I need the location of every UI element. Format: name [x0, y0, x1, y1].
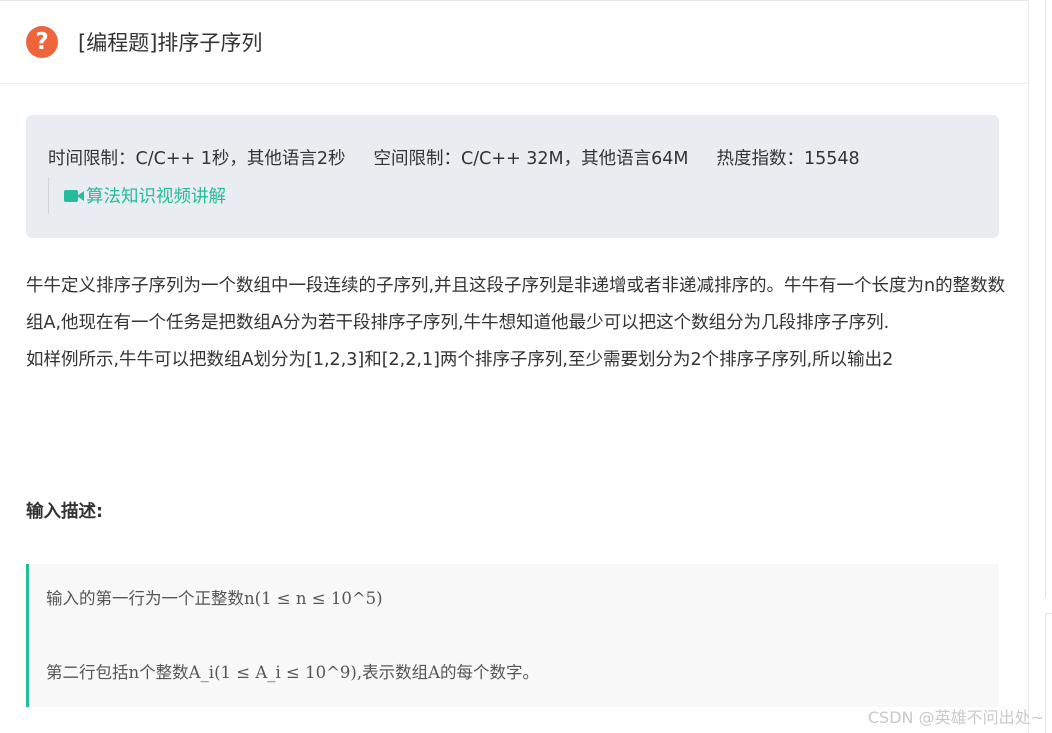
- csdn-watermark: CSDN @英雄不问出处~: [867, 708, 1044, 727]
- input-description-block: 输入的第一行为一个正整数n(1 ≤ n ≤ 10^5) 第二行包括n个整数A_i…: [26, 564, 999, 707]
- input-line: 第二行包括n个整数A_i(1 ≤ A_i ≤ 10^9),表示数组A的每个数字。: [46, 663, 539, 682]
- problem-header: ? [编程题]排序子序列: [0, 1, 1028, 84]
- time-limit: 时间限制：C/C++ 1秒，其他语言2秒: [48, 149, 346, 169]
- side-panel-segment: [1045, 0, 1052, 598]
- side-panel-edge: [1045, 0, 1052, 733]
- question-circle-icon: ?: [26, 26, 58, 58]
- space-limit: 空间限制：C/C++ 32M，其他语言64M: [373, 149, 689, 169]
- side-panel-segment: [1045, 613, 1052, 733]
- problem-title: [编程题]排序子序列: [78, 31, 263, 55]
- description-paragraph: 牛牛定义排序子序列为一个数组中一段连续的子序列,并且这段子序列是非递增或者非递减…: [26, 276, 1006, 333]
- video-explanation-link[interactable]: 算法知识视频讲解: [48, 177, 226, 214]
- limits-row: 时间限制：C/C++ 1秒，其他语言2秒 空间限制：C/C++ 32M，其他语言6…: [48, 145, 860, 170]
- limits-panel: 时间限制：C/C++ 1秒，其他语言2秒 空间限制：C/C++ 32M，其他语言6…: [26, 115, 999, 238]
- input-line: 输入的第一行为一个正整数n(1 ≤ n ≤ 10^5): [46, 589, 383, 608]
- problem-description: 牛牛定义排序子序列为一个数组中一段连续的子序列,并且这段子序列是非递增或者非递减…: [26, 268, 1006, 379]
- input-description-title: 输入描述:: [26, 502, 103, 522]
- page: ? [编程题]排序子序列 时间限制：C/C++ 1秒，其他语言2秒 空间限制：C/…: [0, 0, 1052, 733]
- video-link-label: 算法知识视频讲解: [86, 187, 226, 207]
- problem-card: ? [编程题]排序子序列 时间限制：C/C++ 1秒，其他语言2秒 空间限制：C/…: [0, 0, 1029, 733]
- heat-index: 热度指数：15548: [716, 149, 860, 169]
- camera-icon: [64, 189, 84, 202]
- description-paragraph: 如样例所示,牛牛可以把数组A划分为[1,2,3]和[2,2,1]两个排序子序列,…: [26, 350, 894, 370]
